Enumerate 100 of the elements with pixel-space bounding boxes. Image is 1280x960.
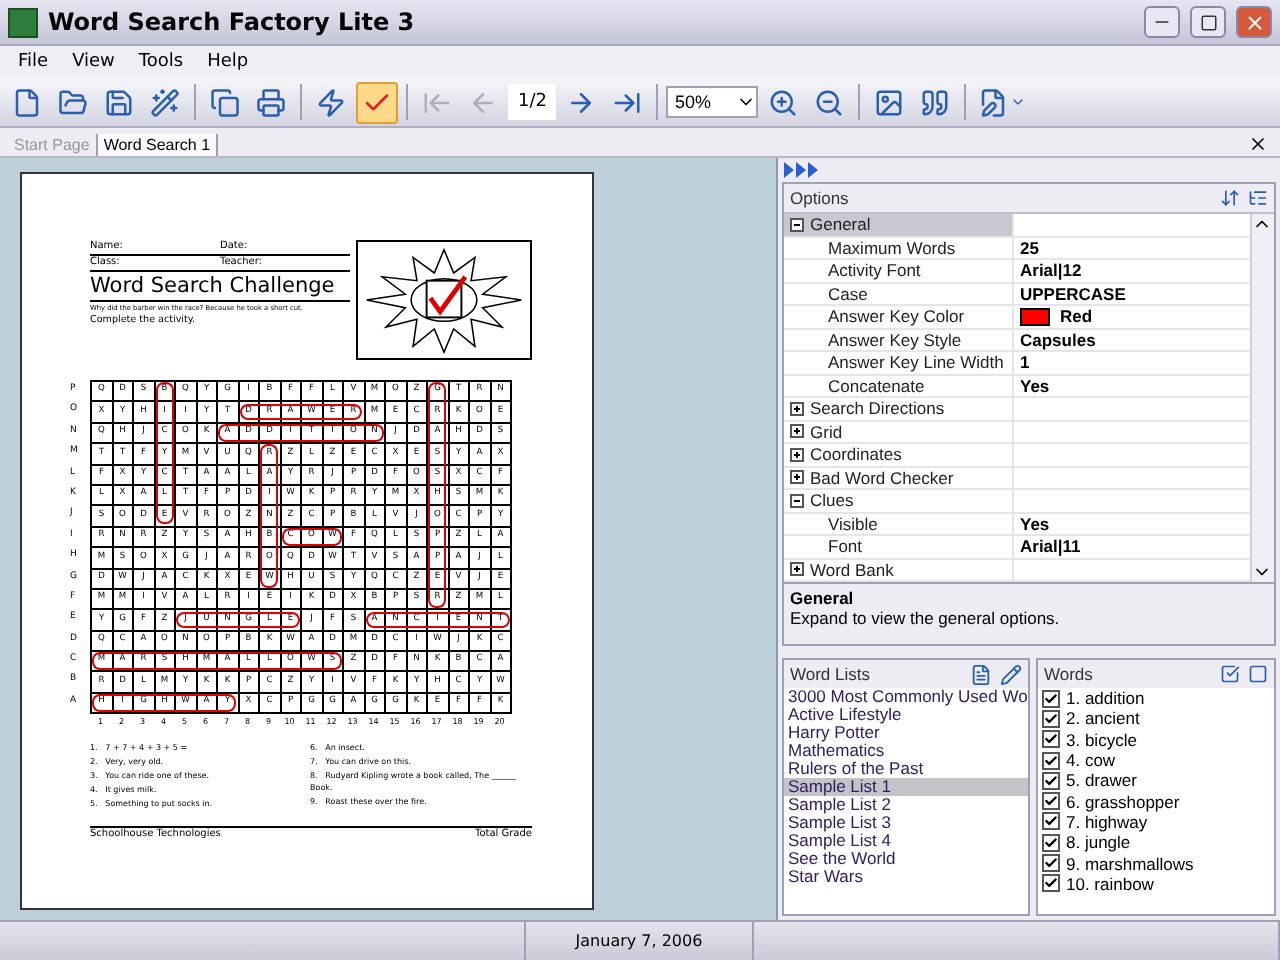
first-page-icon bbox=[422, 87, 452, 117]
sort-icon[interactable] bbox=[1220, 188, 1240, 208]
checkbox[interactable] bbox=[1042, 709, 1060, 728]
checkbox[interactable] bbox=[1042, 874, 1060, 893]
word-list-item[interactable]: Rulers of the Past bbox=[784, 760, 1028, 778]
word-label: 4. cow bbox=[1066, 750, 1116, 771]
checkbox[interactable] bbox=[1042, 689, 1060, 708]
previous-icon bbox=[468, 87, 498, 117]
word-list-item[interactable]: See the World bbox=[784, 850, 1028, 868]
status-date: January 7, 2006 bbox=[575, 932, 703, 950]
picture-icon bbox=[874, 87, 905, 117]
dropdown-caret-icon bbox=[1010, 94, 1027, 110]
tree-view-icon[interactable] bbox=[1248, 188, 1268, 208]
save-icon bbox=[104, 87, 134, 117]
printer-icon bbox=[256, 87, 286, 117]
app-icon bbox=[8, 7, 38, 37]
word-label: 9. marshmallows bbox=[1066, 853, 1194, 874]
word-label: 7. highway bbox=[1066, 811, 1148, 832]
expand-icon[interactable] bbox=[790, 447, 804, 462]
menu-item[interactable]: Help bbox=[197, 52, 259, 72]
expand-icon[interactable] bbox=[790, 401, 804, 416]
property-name: Activity Font bbox=[828, 260, 921, 281]
word-list-item[interactable]: 3000 Most Commonly Used Wo bbox=[784, 688, 1028, 706]
word-list-item[interactable]: Sample List 3 bbox=[784, 814, 1028, 832]
word-label: 5. drawer bbox=[1066, 770, 1137, 791]
toolbar-button[interactable] bbox=[356, 81, 398, 123]
panel-title: Word Lists bbox=[790, 664, 870, 684]
description-text: Expand to view the general options. bbox=[790, 608, 1062, 628]
triple-arrow-icon[interactable] bbox=[784, 162, 820, 178]
property-value[interactable]: 25 bbox=[1020, 237, 1039, 258]
collapse-icon[interactable] bbox=[790, 217, 804, 232]
category-row[interactable]: Coordinates bbox=[784, 444, 1014, 465]
checkbox[interactable] bbox=[1042, 771, 1060, 790]
collapse-icon[interactable] bbox=[790, 493, 804, 508]
lightning-icon bbox=[316, 87, 346, 117]
worksheet-title: Word Search Challenge bbox=[90, 272, 350, 302]
uncheck-all-icon[interactable] bbox=[1248, 664, 1268, 684]
property-name: Font bbox=[828, 536, 863, 557]
category-row[interactable]: Clues bbox=[784, 490, 1014, 511]
zoom-dropdown[interactable]: 50% bbox=[666, 86, 759, 118]
document-icon[interactable] bbox=[970, 663, 992, 685]
word-label: 3. bicycle bbox=[1066, 729, 1137, 750]
edit-icon bbox=[978, 87, 1009, 117]
quote-icon bbox=[920, 87, 951, 117]
window-title: Word Search Factory Lite 3 bbox=[48, 8, 417, 36]
word-list-item[interactable]: Star Wars bbox=[784, 868, 1028, 886]
category-row[interactable]: General bbox=[784, 214, 1014, 235]
category-row[interactable]: Grid bbox=[784, 421, 1014, 442]
checkbox[interactable] bbox=[1042, 833, 1060, 852]
panel-title: Options bbox=[790, 188, 849, 208]
property-value[interactable]: Capsules bbox=[1020, 329, 1096, 350]
word-label: 6. grasshopper bbox=[1066, 791, 1180, 812]
page-icon bbox=[210, 87, 240, 117]
word-list-item[interactable]: Mathematics bbox=[784, 742, 1028, 760]
checkbox[interactable] bbox=[1042, 792, 1060, 811]
word-list-item[interactable]: Sample List 4 bbox=[784, 832, 1028, 850]
checkbox[interactable] bbox=[1042, 751, 1060, 770]
minimize-button[interactable] bbox=[1144, 6, 1180, 38]
word-label: 10. rainbow bbox=[1066, 873, 1154, 894]
expand-icon[interactable] bbox=[790, 470, 804, 485]
close-icon[interactable] bbox=[1248, 134, 1268, 154]
expand-icon[interactable] bbox=[790, 424, 804, 439]
word-list-item[interactable]: Harry Potter bbox=[784, 724, 1028, 742]
property-value[interactable]: Arial|11 bbox=[1020, 536, 1081, 557]
word-list-item[interactable]: Active Lifestyle bbox=[784, 706, 1028, 724]
word-list-item[interactable]: Sample List 2 bbox=[784, 796, 1028, 814]
category-row[interactable]: Word Bank bbox=[784, 559, 1014, 580]
next-icon bbox=[566, 87, 597, 117]
expand-icon[interactable] bbox=[790, 562, 804, 577]
pencil-icon[interactable] bbox=[1000, 663, 1022, 685]
magic-wand-icon bbox=[150, 87, 180, 117]
maximize-button[interactable] bbox=[1190, 6, 1226, 38]
checkbox[interactable] bbox=[1042, 730, 1060, 749]
property-value[interactable]: Red bbox=[1060, 306, 1093, 327]
property-value[interactable]: Arial|12 bbox=[1020, 260, 1082, 281]
panel-title: Words bbox=[1044, 664, 1093, 684]
folder-icon bbox=[58, 87, 88, 117]
property-value[interactable]: UPPERCASE bbox=[1020, 283, 1126, 304]
last-page-icon bbox=[612, 87, 643, 117]
category-row[interactable]: Search Directions bbox=[784, 398, 1014, 419]
description-title: General bbox=[790, 588, 856, 608]
zoom-out-icon bbox=[814, 87, 845, 117]
close-icon bbox=[1243, 11, 1265, 33]
property-value[interactable]: 1 bbox=[1020, 352, 1030, 373]
document-tab[interactable]: Word Search 1 bbox=[97, 134, 219, 156]
property-value[interactable]: Yes bbox=[1020, 513, 1050, 534]
menu-item[interactable]: Tools bbox=[128, 52, 194, 72]
menu-item[interactable]: File bbox=[8, 52, 59, 72]
check-all-icon[interactable] bbox=[1220, 664, 1240, 684]
word-label: 2. ancient bbox=[1066, 708, 1140, 729]
property-value[interactable]: Yes bbox=[1020, 375, 1050, 396]
checkbox[interactable] bbox=[1042, 854, 1060, 873]
category-row[interactable]: Bad Word Checker bbox=[784, 467, 1014, 488]
zoom-in-icon bbox=[768, 87, 799, 117]
close-button[interactable] bbox=[1236, 6, 1272, 38]
menu-item[interactable]: View bbox=[62, 52, 125, 72]
scrollbar[interactable] bbox=[1250, 214, 1274, 582]
word-list-item[interactable]: Sample List 1 bbox=[784, 778, 1028, 796]
new-file-icon bbox=[12, 87, 42, 117]
checkbox[interactable] bbox=[1042, 812, 1060, 831]
